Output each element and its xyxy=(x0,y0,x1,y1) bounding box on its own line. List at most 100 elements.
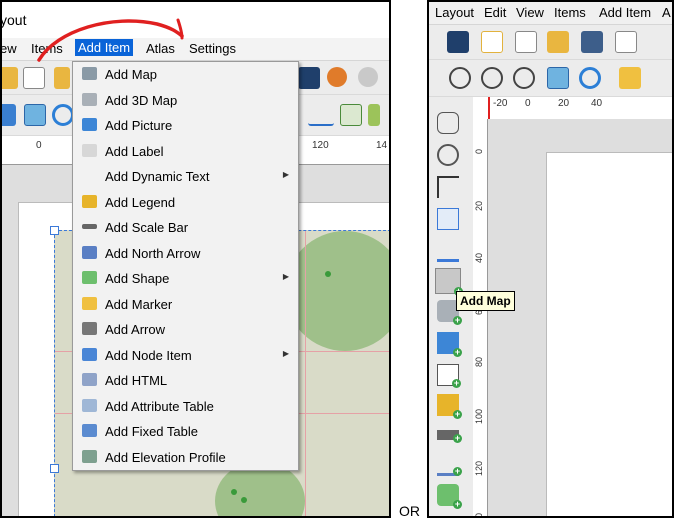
align-icon[interactable] xyxy=(368,104,380,126)
ruler-tick-label: 20 xyxy=(558,98,570,109)
zoom-full-icon[interactable] xyxy=(24,104,46,126)
save-icon[interactable] xyxy=(447,31,469,53)
menu-item-label: Add Fixed Table xyxy=(105,424,198,439)
arrow-icon xyxy=(82,322,97,335)
refresh-icon[interactable] xyxy=(52,104,74,126)
zoom-in-icon[interactable] xyxy=(449,67,471,89)
ruler-tick-label: 0 xyxy=(525,98,531,109)
attribute-table-icon xyxy=(82,398,97,412)
menu-item-label: Add Shape xyxy=(105,271,170,286)
menu-item-add-label[interactable]: Add Label xyxy=(73,139,298,165)
menu-item-add-node-item[interactable]: Add Node Item ▶ xyxy=(73,343,298,369)
folder-icon[interactable] xyxy=(547,31,569,53)
menu-item-label: Add Elevation Profile xyxy=(105,449,226,465)
layout-manager-icon[interactable] xyxy=(615,31,637,53)
elevation-profile-icon xyxy=(82,449,97,463)
menu-item-add-legend[interactable]: Add Legend xyxy=(73,190,298,216)
menu-layout[interactable]: Layout xyxy=(435,5,474,20)
red-annotation-swoosh xyxy=(37,18,184,62)
toolbar-row-2 xyxy=(429,60,672,97)
right-screenshot-panel: Layout Edit View Items Add Item A -20 0 … xyxy=(427,0,674,518)
vertical-ruler-tick-label: 140 xyxy=(474,513,484,516)
menu-item-add-north-arrow[interactable]: Add North Arrow xyxy=(73,241,298,267)
add-map-tooltip: Add Map xyxy=(456,291,515,311)
menu-item-label: Add Scale Bar xyxy=(105,220,189,235)
zoom-tool-icon[interactable] xyxy=(437,144,459,166)
vertical-ruler-tick-label: 80 xyxy=(474,357,484,368)
marker-icon xyxy=(82,296,97,310)
map-point xyxy=(231,489,237,495)
menu-item-label: Add Attribute Table xyxy=(105,398,214,414)
refresh-icon[interactable] xyxy=(579,67,601,89)
distribute-icon[interactable] xyxy=(308,104,334,126)
map-point xyxy=(241,497,247,503)
add-item-dropdown-menu: Add Map Add 3D Map Add Picture Add Label… xyxy=(72,61,299,471)
submenu-arrow-icon: ▶ xyxy=(282,348,289,358)
zoom-full-icon[interactable] xyxy=(547,67,569,89)
zoom-actual-icon[interactable] xyxy=(513,67,535,89)
vertical-ruler-tick-label: 40 xyxy=(474,253,484,264)
menu-items[interactable]: Items xyxy=(554,5,586,20)
legend-icon xyxy=(82,194,97,208)
ruler-tick-label: 0 xyxy=(36,140,42,151)
add-picture-tool-icon[interactable]: + xyxy=(437,332,462,357)
menu-item-add-arrow[interactable]: Add Arrow xyxy=(73,317,298,343)
ruler-tick-label: 120 xyxy=(312,140,329,151)
menu-item-add-fixed-table[interactable]: Add Fixed Table xyxy=(73,419,298,445)
add-north-arrow-tool-icon[interactable]: + xyxy=(437,454,462,476)
ruler-cursor-marker xyxy=(488,97,490,119)
ruler-tick-label: 14 xyxy=(376,140,388,151)
menu-bar: Layout Edit View Items Add Item A xyxy=(429,2,672,25)
vertical-ruler: 020406080100120140 xyxy=(473,119,488,516)
resize-icon[interactable] xyxy=(340,104,362,126)
new-layout-icon[interactable] xyxy=(481,31,503,53)
road xyxy=(305,231,306,516)
menu-item-add-picture[interactable]: Add Picture xyxy=(73,113,298,139)
ruler-tick-label: 40 xyxy=(591,98,603,109)
vertical-ruler-tick-label: 0 xyxy=(474,149,484,155)
menu-item-add-attribute-table[interactable]: Add Attribute Table xyxy=(73,394,298,420)
or-separator-text: OR xyxy=(399,503,420,519)
select-tool-icon[interactable] xyxy=(437,176,459,198)
menu-item-add-scale-bar[interactable]: Add Scale Bar xyxy=(73,215,298,241)
add-shape-tool-icon[interactable]: + xyxy=(437,484,462,509)
menu-atlas[interactable]: A xyxy=(662,5,671,20)
add-legend-tool-icon[interactable]: + xyxy=(437,394,462,419)
vertical-ruler-tick-label: 20 xyxy=(474,201,484,212)
pan-hand-icon[interactable] xyxy=(437,112,459,134)
duplicate-layout-icon[interactable] xyxy=(515,31,537,53)
move-content-icon[interactable] xyxy=(437,208,459,230)
scale-bar-icon xyxy=(82,224,97,229)
submenu-arrow-icon: ▶ xyxy=(282,170,289,179)
label-icon xyxy=(82,143,97,157)
ruler-tick-label: -20 xyxy=(493,98,508,109)
shape-icon xyxy=(82,271,97,284)
zoom-out-icon[interactable] xyxy=(481,67,503,89)
menu-item-label: Add Legend xyxy=(105,194,176,210)
menu-view[interactable]: View xyxy=(516,5,544,20)
add-scale-bar-tool-icon[interactable]: + xyxy=(437,430,462,443)
menu-edit[interactable]: Edit xyxy=(484,5,506,20)
layout-page xyxy=(546,152,672,516)
menu-item-add-3d-map[interactable]: Add 3D Map xyxy=(73,88,298,114)
selection-handle[interactable] xyxy=(50,464,59,473)
menu-item-label: Add Dynamic Text xyxy=(105,169,210,184)
edit-nodes-icon[interactable] xyxy=(437,240,459,262)
forest-area xyxy=(285,231,389,351)
toolbar-row-1 xyxy=(429,25,672,60)
menu-item-label: Add Arrow xyxy=(105,322,165,337)
zoom-icon[interactable] xyxy=(2,104,16,126)
menu-item-add-shape[interactable]: Add Shape ▶ xyxy=(73,266,298,292)
north-arrow-icon xyxy=(82,245,97,259)
menu-item-add-dynamic-text[interactable]: Add Dynamic Text ▶ xyxy=(73,164,298,190)
lock-icon[interactable] xyxy=(619,67,641,89)
menu-item-add-html[interactable]: Add HTML xyxy=(73,368,298,394)
selection-handle[interactable] xyxy=(50,226,59,235)
menu-item-add-elevation-profile[interactable]: Add Elevation Profile xyxy=(73,445,298,471)
add-label-tool-icon[interactable]: + xyxy=(437,364,461,388)
menu-add-item[interactable]: Add Item xyxy=(599,5,651,20)
3d-map-icon xyxy=(82,92,97,106)
menu-item-add-marker[interactable]: Add Marker xyxy=(73,292,298,318)
vertical-ruler-tick-label: 100 xyxy=(474,409,484,425)
save-template-icon[interactable] xyxy=(581,31,603,53)
